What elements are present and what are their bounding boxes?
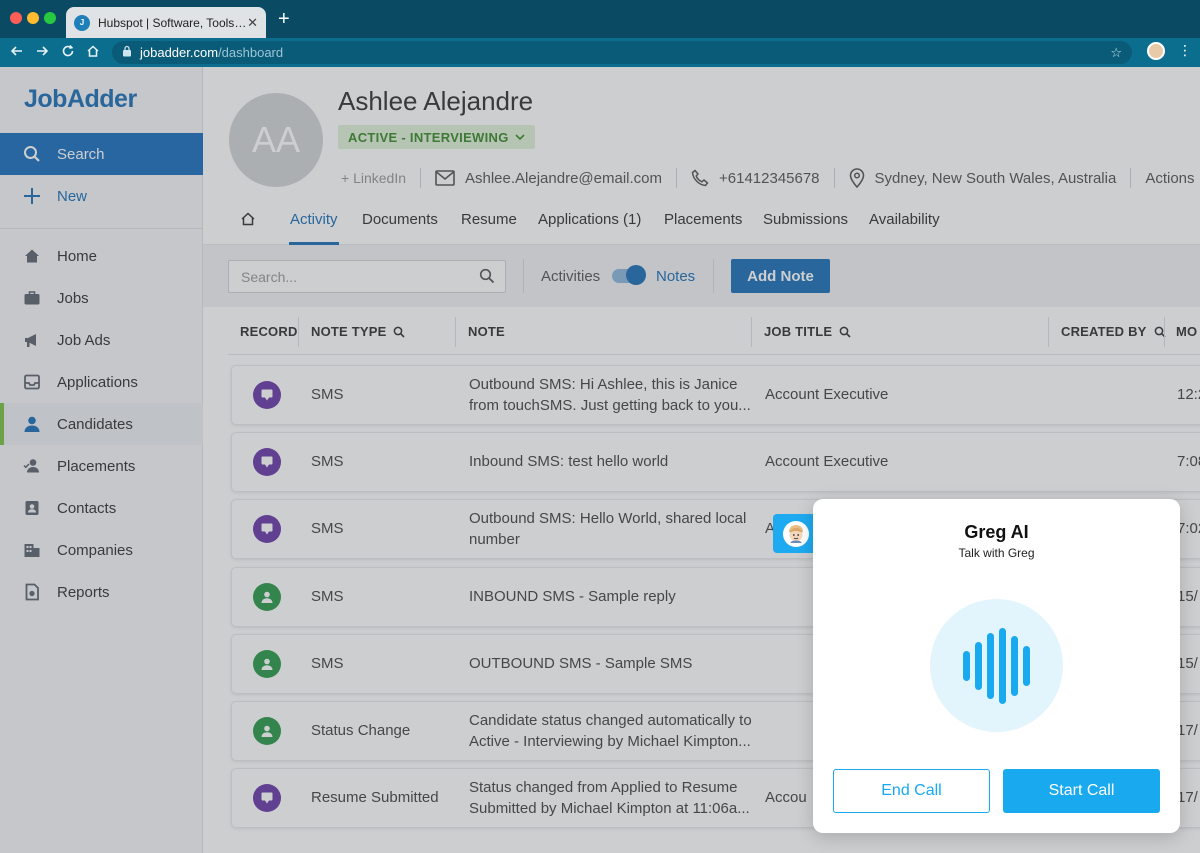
start-call-button[interactable]: Start Call	[1003, 769, 1160, 813]
url-host: jobadder.com	[140, 45, 219, 60]
browser-menu-icon[interactable]: ⋮	[1178, 42, 1192, 59]
browser-tab[interactable]: J Hubspot | Software, Tools, Re... ✕	[66, 7, 266, 38]
window-close-button[interactable]	[10, 12, 22, 24]
greg-ai-panel: Greg AI Talk with Greg End Call Start Ca…	[813, 499, 1180, 833]
forward-arrow-icon[interactable]	[35, 44, 49, 61]
browser-tab-bar: J Hubspot | Software, Tools, Re... ✕ +	[0, 0, 1200, 38]
profile-avatar[interactable]	[1147, 42, 1165, 60]
back-arrow-icon[interactable]	[10, 44, 24, 61]
tab-close-icon[interactable]: ✕	[247, 15, 258, 31]
greg-panel-title: Greg AI	[964, 522, 1029, 542]
window-minimize-button[interactable]	[27, 12, 39, 24]
greg-panel-subtitle: Talk with Greg	[958, 546, 1035, 560]
new-tab-button[interactable]: +	[278, 9, 290, 29]
greg-avatar-icon	[782, 520, 809, 547]
address-bar: jobadder.com/dashboard ☆ ⋮	[0, 38, 1200, 67]
greg-avatar-tab[interactable]	[773, 514, 818, 553]
home-browser-icon[interactable]	[86, 44, 100, 61]
end-call-button[interactable]: End Call	[833, 769, 990, 813]
window-zoom-button[interactable]	[44, 12, 56, 24]
url-field[interactable]: jobadder.com/dashboard ☆	[112, 41, 1132, 64]
url-path: /dashboard	[218, 45, 284, 60]
reload-icon[interactable]	[61, 44, 75, 61]
voice-wave-icon	[930, 599, 1063, 732]
lock-icon	[122, 45, 132, 60]
tab-title: Hubspot | Software, Tools, Re...	[98, 15, 247, 30]
bookmark-star-icon[interactable]: ☆	[1110, 45, 1122, 61]
favicon-icon: J	[74, 14, 90, 31]
